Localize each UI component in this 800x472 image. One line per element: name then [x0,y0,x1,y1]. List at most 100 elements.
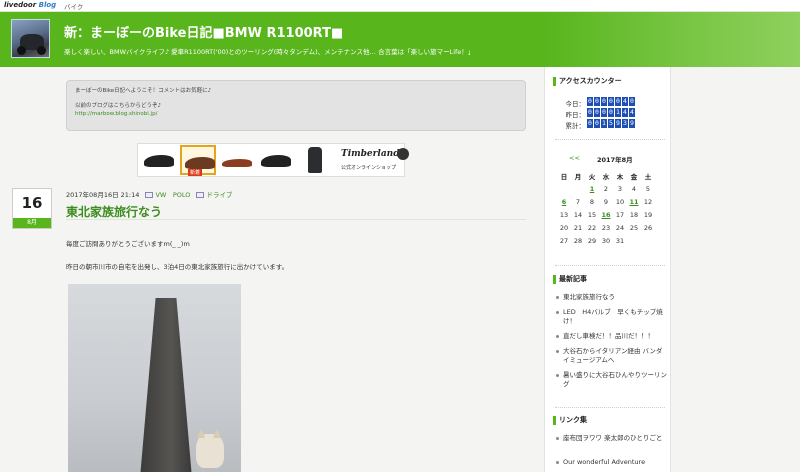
avatar-wheel-icon [17,46,26,55]
counter-yesterday-label: 昨日： [565,111,586,119]
shoe-icon [144,155,174,167]
blog-header: 新：まーぼーのBike日記■BMW R1100RT■ 楽しく楽しい、BMWバイク… [0,12,800,67]
blog-avatar[interactable] [11,19,50,58]
calendar-prev-link[interactable]: << [569,154,580,162]
boot-icon [261,155,291,167]
counter-total-digits: 0015939 [587,119,636,128]
calendar-weekday: 火 [588,172,596,181]
post-date-box: 16 8月 [12,188,52,229]
folder-icon [196,191,205,198]
calendar-day: 12 [643,197,653,206]
livedoor-blog-logo[interactable]: livedoor Blog [4,1,56,9]
calendar: 日月火水木金土 1 2 3 4 5 6 7 8 9 10 11 12 13 14 15 16 17 18 19 20 2… [557,169,655,247]
calendar-week: 20 21 22 23 24 25 26 [557,221,655,234]
calendar-day: 22 [587,223,597,232]
calendar-day: 17 [615,210,625,219]
calendar-weekdays: 日月火水木金土 [557,169,655,182]
ad-product[interactable] [219,145,255,175]
calendar-day: 24 [615,223,625,232]
counter-digit: 4 [622,97,628,106]
recent-article-link[interactable]: 大谷石からイタリアン経由 バンダイミュージアムへ [555,347,667,365]
calendar-day [627,234,641,247]
counter-digit: 0 [615,97,621,106]
logo-blog-text: Blog [38,1,57,9]
category-link[interactable]: バイク [64,1,83,11]
calendar-day: 30 [601,236,611,245]
notice-line-2: 以前のブログはこちらからどうぞ♪ [75,103,162,109]
calendar-day: 26 [643,223,653,232]
counter-today-digits: 0000040 [587,97,636,106]
ad-product-highlighted[interactable]: 新着 [180,145,216,176]
monument-image [140,298,192,472]
post-month: 8月 [13,218,51,228]
counter-digit: 5 [608,119,614,128]
calendar-day: 27 [559,236,569,245]
post-meta: 2017年08月16日 21:14 VW POLO ドライブ [66,189,232,199]
shoe-icon [185,157,215,169]
post-paragraph: 昨日の朝市川市の自宅を出発し、3泊4日の東北家族旅行に出かけています。 [66,263,289,271]
calendar-day: 18 [629,210,639,219]
post-tag-drive[interactable]: ドライブ [206,191,232,199]
tree-icon [397,148,409,160]
ad-product[interactable] [258,145,294,175]
calendar-day: 25 [629,223,639,232]
calendar-day: 20 [559,223,569,232]
old-blog-link[interactable]: http://marbow.blog.shinobi.jp/ [75,110,517,118]
calendar-day: 8 [589,197,595,206]
header-gradient [545,12,800,67]
calendar-day: 29 [587,236,597,245]
calendar-day[interactable]: 11 [627,195,641,208]
calendar-weekday: 日 [560,172,568,181]
ad-product[interactable] [297,145,333,175]
post-photo[interactable] [68,284,241,472]
counter-digit: 1 [615,108,621,117]
calendar-day: 13 [559,210,569,219]
divider [555,265,665,266]
post-day: 16 [21,194,43,212]
post-datetime: 2017年08月16日 21:14 [66,191,140,199]
calendar-title: 2017年8月 [597,156,633,164]
calendar-day[interactable]: 16 [599,208,613,221]
calendar-day: 7 [575,197,581,206]
calendar-day: 21 [573,223,583,232]
sandal-icon [222,159,252,167]
blog-title[interactable]: 新：まーぼーのBike日記■BMW R1100RT■ [64,22,343,41]
calendar-day: 9 [603,197,609,206]
backpack-icon [308,147,322,173]
recent-article-link[interactable]: 暑い盛りに大谷石ひんやりツーリング [555,371,667,389]
recent-article-link[interactable]: 東北家族旅行なう [555,293,667,302]
divider [555,407,665,408]
calendar-day: 15 [587,210,597,219]
blog-description: 楽しく楽しい、BMWバイクライフ♪ 愛車R1100RT('00)とのツーリング(… [64,48,475,56]
links-heading: リンク集 [553,416,587,425]
ad-brand[interactable]: Timberland 公式オンラインショップ [341,145,409,175]
ad-new-tag: 新着 [188,169,203,176]
calendar-day: 19 [643,210,653,219]
recent-article-link[interactable]: 直だし車検だ！！品川だ！！！ [555,332,667,341]
counter-digit: 0 [608,108,614,117]
top-bar: livedoor Blog バイク [0,0,800,12]
post-tag-vw-polo[interactable]: VW POLO [155,191,190,199]
dog-image [196,428,224,468]
calendar-weekday: 土 [644,172,652,181]
avatar-wheel-icon [37,46,46,55]
external-link[interactable]: 座布団ヲワワ 楽太郎のひとりごと [555,434,667,443]
calendar-day: 5 [645,184,651,193]
dog-ear [197,428,205,438]
post-title[interactable]: 東北家族旅行なう [66,203,162,220]
recent-article-link[interactable]: LED H4バルブ 早くもチップ焼け！ [555,308,667,326]
ad-product[interactable] [141,145,177,175]
calendar-week: 13 14 15 16 17 18 19 [557,208,655,221]
recent-heading: 最新記事 [553,275,587,284]
counter-digit: 0 [587,97,593,106]
calendar-day[interactable]: 6 [557,195,571,208]
ad-banner[interactable]: 新着 Timberland 公式オンラインショップ [137,143,409,177]
welcome-notice: まーぼーのBike日記へようこそ！コメントはお気軽に♪ 以前のブログはこちらから… [66,80,526,131]
external-link[interactable]: Our wonderful Adventure [555,458,667,467]
counter-digit: 1 [601,119,607,128]
calendar-day[interactable]: 1 [585,182,599,195]
ad-brand-sub: 公式オンラインショップ [341,165,397,171]
counter-total-label: 累計： [565,122,586,130]
calendar-day [557,182,571,195]
divider [555,139,665,140]
